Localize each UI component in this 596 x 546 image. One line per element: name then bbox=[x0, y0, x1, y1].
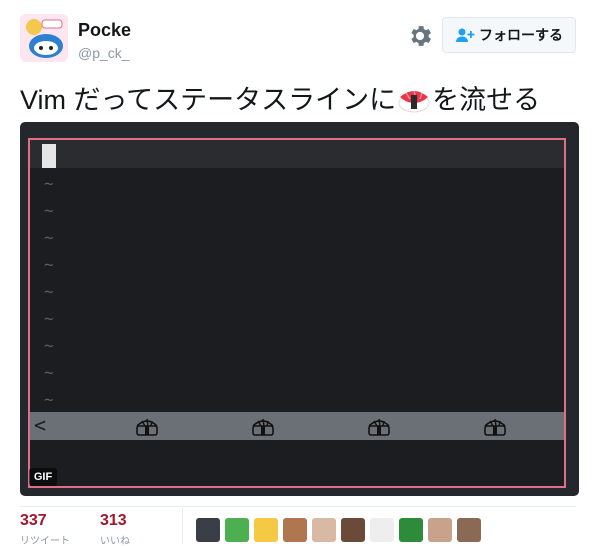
follow-button[interactable]: フォローする bbox=[442, 17, 576, 53]
tweet-text-after: を流せる bbox=[432, 85, 541, 115]
sushi-icon bbox=[484, 418, 506, 436]
vim-empty-line: ~ bbox=[44, 363, 54, 382]
liker-avatar[interactable] bbox=[312, 518, 336, 542]
vim-empty-line: ~ bbox=[44, 201, 54, 220]
username[interactable]: @p_ck_ bbox=[78, 45, 130, 61]
like-count: 313 bbox=[100, 512, 127, 529]
sushi-icon bbox=[368, 418, 390, 436]
vim-current-line bbox=[30, 140, 564, 168]
status-chevron: < bbox=[34, 413, 47, 437]
vim-empty-line: ~ bbox=[44, 309, 54, 328]
tweet-text: Vim だってステータスラインに を流せる bbox=[20, 78, 540, 117]
liker-avatar[interactable] bbox=[428, 518, 452, 542]
sushi-emoji-icon bbox=[396, 81, 432, 115]
liker-avatar[interactable] bbox=[225, 518, 249, 542]
like-stat[interactable]: 313 いいね bbox=[100, 512, 130, 546]
vim-empty-line: ~ bbox=[44, 174, 54, 193]
follow-button-label: フォローする bbox=[479, 27, 563, 43]
tweet-text-before: Vim だってステータスラインに bbox=[20, 85, 397, 115]
vim-empty-line: ~ bbox=[44, 336, 54, 355]
liker-avatar[interactable] bbox=[196, 518, 220, 542]
vim-statusline: < bbox=[30, 412, 564, 440]
liker-avatar[interactable] bbox=[254, 518, 278, 542]
tweet-header: Pocke @p_ck_ フォローする bbox=[20, 14, 576, 66]
liker-avatars bbox=[196, 518, 481, 542]
liker-avatar[interactable] bbox=[370, 518, 394, 542]
gif-badge: GIF bbox=[29, 468, 57, 486]
retweet-stat[interactable]: 337 リツイート bbox=[20, 512, 70, 546]
vim-empty-line: ~ bbox=[44, 255, 54, 274]
retweet-count: 337 bbox=[20, 512, 47, 529]
liker-avatar[interactable] bbox=[341, 518, 365, 542]
stats-divider bbox=[20, 506, 576, 507]
like-label: いいね bbox=[100, 536, 130, 546]
vim-empty-line: ~ bbox=[44, 228, 54, 247]
vim-empty-line: ~ bbox=[44, 282, 54, 301]
gear-icon[interactable] bbox=[406, 22, 434, 50]
stats-separator bbox=[182, 508, 183, 544]
vim-window: ~ ~ ~ ~ ~ ~ ~ ~ ~ < bbox=[28, 138, 566, 488]
vim-empty-line: ~ bbox=[44, 390, 54, 409]
user-avatar[interactable] bbox=[20, 14, 68, 62]
sushi-icon bbox=[136, 418, 158, 436]
vim-cursor bbox=[42, 144, 56, 168]
sushi-icon bbox=[252, 418, 274, 436]
liker-avatar[interactable] bbox=[399, 518, 423, 542]
add-user-icon bbox=[456, 28, 475, 42]
retweet-label: リツイート bbox=[20, 536, 70, 546]
display-name[interactable]: Pocke bbox=[78, 20, 131, 41]
liker-avatar[interactable] bbox=[283, 518, 307, 542]
liker-avatar[interactable] bbox=[457, 518, 481, 542]
gif-media[interactable]: ~ ~ ~ ~ ~ ~ ~ ~ ~ < GIF bbox=[20, 122, 579, 496]
